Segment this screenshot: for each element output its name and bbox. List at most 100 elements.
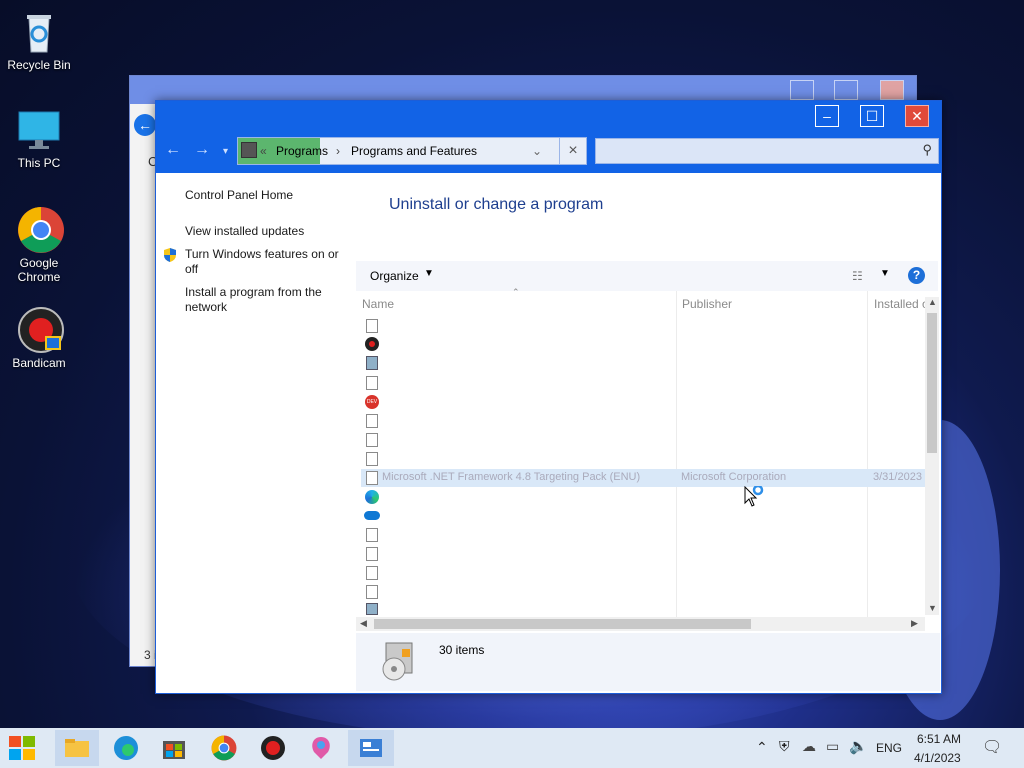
clear-address-icon[interactable]: × (559, 137, 587, 165)
table-row-selected[interactable]: Microsoft .NET Framework 4.8 Targeting P… (361, 469, 925, 487)
cloud-icon[interactable]: ☁ (802, 738, 816, 755)
view-dropdown-chevron-icon[interactable]: ▼ (880, 268, 890, 279)
bandicam-program-icon[interactable] (365, 337, 379, 351)
security-shield-icon[interactable]: ⛨ (779, 738, 790, 755)
horizontal-scrollbar-thumb[interactable] (374, 619, 751, 629)
program-file-icon[interactable] (366, 585, 378, 599)
close-button[interactable]: ✕ (905, 105, 929, 127)
program-file-icon[interactable] (366, 547, 378, 561)
close-button[interactable] (880, 80, 904, 100)
store-icon (163, 741, 185, 759)
address-bar[interactable]: « Programs › Programs and Features ⌄ (237, 137, 584, 165)
search-input[interactable]: ⚲ (595, 138, 939, 164)
view-installed-updates-link[interactable]: View installed updates (185, 224, 304, 239)
taskbar-paint[interactable] (305, 732, 337, 764)
breadcrumb-separator[interactable]: › (336, 144, 340, 158)
programs-installer-icon (380, 641, 416, 683)
taskbar-bandicam[interactable] (257, 732, 289, 764)
column-header-name[interactable]: Name (362, 297, 394, 311)
details-pane: 30 items (356, 633, 940, 691)
scroll-left-arrow-icon[interactable]: ◀ (360, 618, 367, 629)
column-divider (676, 291, 677, 617)
recent-locations-chevron-icon[interactable]: ▾ (223, 146, 228, 157)
network-icon[interactable]: ▭ (826, 738, 839, 755)
program-file-icon[interactable] (366, 566, 378, 580)
start-button[interactable] (6, 732, 38, 764)
forward-arrow-icon[interactable]: → (194, 141, 210, 159)
recycle-bin-icon (17, 10, 61, 54)
scroll-down-arrow-icon[interactable]: ▼ (928, 603, 937, 613)
program-file-icon[interactable] (366, 528, 378, 542)
address-dropdown-chevron-icon[interactable]: ⌄ (532, 144, 542, 158)
breadcrumb-programs[interactable]: Programs (276, 144, 328, 158)
volume-icon[interactable]: 🔈 (849, 737, 868, 755)
bandicam-icon (17, 306, 64, 353)
desktop-icon-label: Google Chrome (17, 256, 61, 284)
windows-features-link[interactable]: Turn Windows features on or off (185, 247, 345, 277)
shield-icon (163, 247, 177, 266)
paint-icon (312, 737, 330, 759)
help-icon[interactable]: ? (908, 267, 925, 284)
breadcrumb-programs-and-features[interactable]: Programs and Features (351, 144, 477, 158)
installer-program-icon[interactable] (366, 603, 378, 615)
install-from-network-link[interactable]: Install a program from the network (185, 285, 335, 315)
program-file-icon[interactable] (366, 471, 378, 485)
program-file-icon[interactable] (366, 433, 378, 447)
folder-icon (65, 739, 89, 757)
vertical-scrollbar-thumb[interactable] (927, 313, 937, 453)
clock-time[interactable]: 6:51 AM (917, 732, 961, 746)
item-count: 30 items (439, 643, 485, 657)
column-divider (867, 291, 868, 617)
installer-program-icon[interactable] (366, 356, 378, 370)
record-icon (261, 736, 285, 760)
dev-cpp-program-icon[interactable]: DEV (365, 395, 379, 409)
monitor-icon (17, 108, 61, 152)
search-icon[interactable]: ⚲ (922, 142, 932, 158)
edge-icon (114, 736, 138, 760)
programs-and-features-window[interactable]: – ☐ ✕ ← → ▾ « Programs › Programs and Fe… (155, 100, 942, 694)
program-file-icon[interactable] (366, 414, 378, 428)
chrome-icon (17, 206, 64, 253)
column-header-installed-on[interactable]: Installed o (874, 297, 929, 311)
desktop-icon-recycle-bin[interactable]: Recycle Bin (1, 10, 77, 72)
taskbar-control-panel[interactable] (348, 730, 394, 766)
control-panel-icon (360, 739, 382, 757)
taskbar (0, 728, 1024, 768)
notifications-icon[interactable]: 🗨 (982, 737, 1002, 757)
organize-chevron-icon[interactable]: ▼ (424, 268, 434, 279)
minimize-button[interactable] (790, 80, 814, 100)
maximize-button[interactable]: ☐ (860, 105, 884, 127)
control-panel-home-link[interactable]: Control Panel Home (185, 188, 293, 203)
organize-button[interactable]: Organize (370, 269, 419, 283)
command-bar: Organize ▼ ☷ ▼ ? (356, 261, 938, 291)
language-indicator[interactable]: ENG (876, 741, 902, 755)
taskbar-file-explorer[interactable] (55, 730, 99, 766)
program-file-icon[interactable] (366, 376, 378, 390)
desktop-icon-this-pc[interactable]: This PC (1, 108, 77, 170)
page-title: Uninstall or change a program (389, 196, 604, 213)
back-arrow-icon[interactable]: ← (165, 141, 181, 159)
clock-date[interactable]: 4/1/2023 (914, 751, 961, 765)
minimize-button[interactable]: – (815, 105, 839, 127)
desktop-icon-bandicam[interactable]: Bandicam (1, 306, 77, 370)
column-header-publisher[interactable]: Publisher (682, 297, 732, 311)
maximize-button[interactable] (834, 80, 858, 100)
program-file-icon[interactable] (366, 452, 378, 466)
control-panel-icon (241, 142, 257, 158)
edge-program-icon[interactable] (365, 490, 379, 504)
onedrive-program-icon[interactable] (364, 511, 380, 520)
program-file-icon[interactable] (366, 319, 378, 333)
desktop-icon-label: This PC (17, 156, 61, 170)
tray-overflow-chevron-icon[interactable]: ⌃ (756, 739, 768, 756)
scroll-right-arrow-icon[interactable]: ▶ (911, 618, 918, 629)
view-options-icon[interactable]: ☷ (852, 269, 863, 283)
program-installed-date: 3/31/2023 (873, 471, 922, 483)
taskbar-edge[interactable] (110, 732, 142, 764)
program-name: Microsoft .NET Framework 4.8 Targeting P… (382, 471, 641, 483)
taskbar-store[interactable] (158, 732, 190, 764)
scroll-up-arrow-icon[interactable]: ▲ (928, 297, 937, 307)
taskbar-chrome[interactable] (208, 732, 240, 764)
breadcrumb-overflow[interactable]: « (260, 144, 267, 158)
desktop-icon-google-chrome[interactable]: Google Chrome (1, 206, 77, 284)
back-arrow-icon[interactable]: ← (134, 114, 156, 136)
